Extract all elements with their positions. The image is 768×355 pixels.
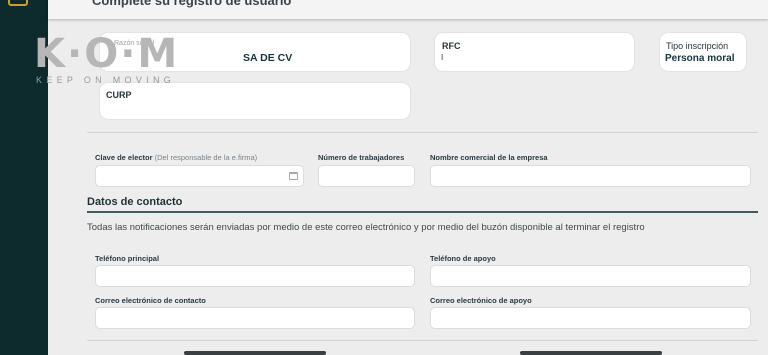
rfc-label: RFC: [442, 41, 461, 51]
correo-apoyo-label: Correo electrónico de apoyo: [430, 296, 532, 305]
rfc-card: RFC I: [435, 33, 634, 71]
clave-elector-label-text: Clave de elector: [95, 153, 153, 162]
id-card-icon: [289, 172, 298, 180]
curp-label: CURP: [106, 90, 132, 100]
clave-elector-hint: (Del responsable de la e.firma): [154, 153, 258, 162]
page-header: Complete su registro de usuario: [48, 0, 768, 19]
section-divider: [87, 132, 758, 133]
clave-elector-input[interactable]: [95, 165, 304, 187]
bottom-divider: [87, 340, 758, 341]
numero-trabajadores-label: Número de trabajadores: [318, 153, 405, 162]
section-rule: [87, 211, 758, 213]
tipo-inscripcion-card: Tipo inscripción Persona moral: [660, 33, 746, 71]
logo-word: K·O·M: [34, 31, 180, 77]
correo-contacto-label: Correo electrónico de contacto: [95, 296, 206, 305]
telefono-apoyo-input[interactable]: [430, 265, 751, 287]
logo-tagline: KEEP ON MOVING: [36, 75, 176, 85]
tipo-inscripcion-label: Tipo inscripción: [666, 41, 729, 51]
rfc-value: I: [441, 53, 444, 62]
back-button[interactable]: [184, 351, 326, 355]
nombre-comercial-label: Nombre comercial de la empresa: [430, 153, 548, 162]
telefono-apoyo-label: Teléfono de apoyo: [430, 254, 496, 263]
telefono-principal-label: Teléfono principal: [95, 254, 160, 263]
clave-elector-label: Clave de elector (Del responsable de la …: [95, 153, 257, 162]
kom-logo: K·O·M KEEP ON MOVING: [34, 32, 177, 85]
tipo-inscripcion-value: Persona moral: [665, 53, 735, 64]
datos-contacto-title: Datos de contacto: [87, 196, 183, 208]
curp-card: CURP: [100, 83, 410, 119]
telefono-principal-input[interactable]: [95, 265, 415, 287]
menu-icon[interactable]: [8, 0, 28, 6]
numero-trabajadores-input[interactable]: [318, 165, 415, 187]
next-button[interactable]: [520, 351, 662, 355]
contact-notice: Todas las notificaciones serán enviadas …: [87, 222, 645, 233]
correo-apoyo-input[interactable]: [430, 307, 751, 329]
page-title: Complete su registro de usuario: [92, 0, 292, 8]
correo-contacto-input[interactable]: [95, 307, 415, 329]
razon-social-value: SA DE CV: [243, 52, 293, 64]
nombre-comercial-input[interactable]: [430, 165, 751, 187]
